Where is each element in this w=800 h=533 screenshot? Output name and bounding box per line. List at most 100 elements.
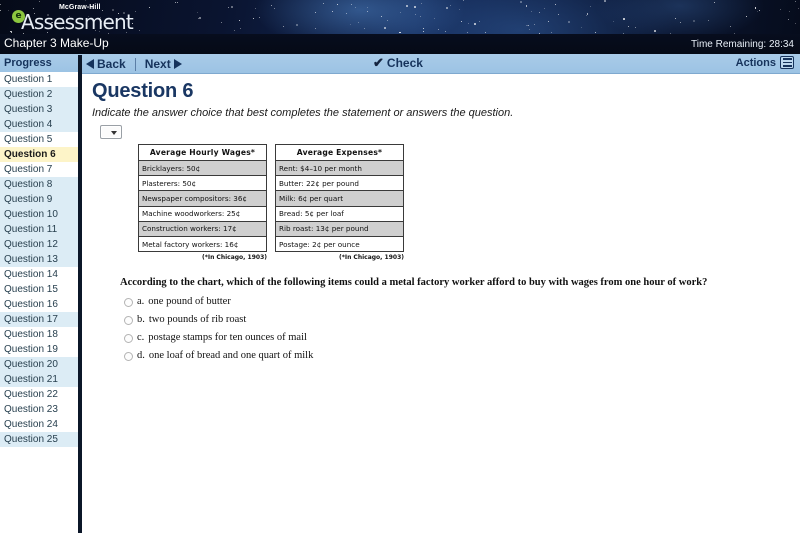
sidebar-item-question-19[interactable]: Question 19 xyxy=(0,342,78,357)
choice-a[interactable]: a. one pound of butter xyxy=(124,296,800,308)
choice-label: postage stamps for ten ounces of mail xyxy=(148,332,307,344)
sidebar-item-question-12[interactable]: Question 12 xyxy=(0,237,78,252)
sidebar-item-label: Question 24 xyxy=(4,419,58,430)
sidebar-item-question-11[interactable]: Question 11 xyxy=(0,222,78,237)
next-button[interactable]: Next xyxy=(145,56,182,72)
sidebar-item-label: Question 7 xyxy=(4,164,53,175)
sidebar-heading: Progress xyxy=(0,55,78,72)
sidebar-item-label: Question 21 xyxy=(4,374,58,385)
arrow-left-icon xyxy=(86,59,94,69)
sidebar-item-question-20[interactable]: Question 20 xyxy=(0,357,78,372)
sidebar-item-question-15[interactable]: Question 15 xyxy=(0,282,78,297)
sidebar-item-question-1[interactable]: Question 1 xyxy=(0,72,78,87)
back-button[interactable]: Back xyxy=(86,56,126,72)
expenses-table-title: Average Expenses* xyxy=(275,144,404,161)
choice-letter: c. xyxy=(137,332,145,344)
sidebar-item-question-10[interactable]: Question 10 xyxy=(0,207,78,222)
choice-d[interactable]: d. one loaf of bread and one quart of mil… xyxy=(124,350,800,362)
sidebar-item-label: Question 2 xyxy=(4,89,53,100)
nav-divider xyxy=(134,57,136,71)
choice-label: two pounds of rib roast xyxy=(148,314,247,326)
actions-button[interactable]: Actions xyxy=(736,56,794,69)
sidebar-item-question-9[interactable]: Question 9 xyxy=(0,192,78,207)
check-button[interactable]: ✔ Check xyxy=(373,55,423,71)
sidebar-item-question-4[interactable]: Question 4 xyxy=(0,117,78,132)
sidebar-item-label: Question 3 xyxy=(4,104,53,115)
choice-b[interactable]: b. two pounds of rib roast xyxy=(124,314,800,326)
wages-table-title: Average Hourly Wages* xyxy=(138,144,267,161)
assessment-page: e McGraw-Hill Assessment Chapter 3 Make-… xyxy=(0,0,800,533)
check-button-label: Check xyxy=(386,56,423,70)
sidebar-item-label: Question 25 xyxy=(4,434,58,445)
radio-button-icon[interactable] xyxy=(124,316,133,326)
sidebar-item-label: Question 14 xyxy=(4,269,58,280)
table-row: Postage: 2¢ per ounce xyxy=(276,236,404,251)
sidebar-item-label: Question 19 xyxy=(4,344,58,355)
hamburger-menu-icon[interactable] xyxy=(780,56,794,69)
sidebar-item-question-17[interactable]: Question 17 xyxy=(0,312,78,327)
table-row: Machine woodworkers: 25¢ xyxy=(138,206,267,222)
answer-select-dropdown[interactable] xyxy=(100,125,122,139)
sidebar-item-label: Question 13 xyxy=(4,254,58,265)
table-cell: Bricklayers: 50¢ xyxy=(138,160,267,177)
navigation-bar: Back Next ✔ Check Actions xyxy=(0,54,800,74)
sidebar-item-question-5[interactable]: Question 5 xyxy=(0,132,78,147)
wages-table-note: (*In Chicago, 1903) xyxy=(201,254,267,262)
sidebar-item-question-16[interactable]: Question 16 xyxy=(0,297,78,312)
wages-table-wrapper: Average Hourly Wages* Bricklayers: 50¢ Pl… xyxy=(138,144,267,261)
table-row: Rib roast: 13¢ per pound xyxy=(275,221,404,237)
table-row: Metal factory workers: 16¢ xyxy=(139,236,267,251)
sidebar-item-label: Question 4 xyxy=(4,119,53,130)
sidebar-item-label: Question 8 xyxy=(4,179,53,190)
table-cell: Bread: 5¢ per loaf xyxy=(275,206,404,222)
page-title: Question 6 xyxy=(92,80,194,102)
instructions-text: Indicate the answer choice that best com… xyxy=(92,107,514,119)
question-list: Question 1 Question 2 Question 3 Question 4… xyxy=(0,72,78,447)
radio-button-icon[interactable] xyxy=(124,298,133,308)
table-cell: Milk: 6¢ per quart xyxy=(275,190,404,207)
choice-label: one pound of butter xyxy=(148,296,231,308)
table-cell: Rent: $4–10 per month xyxy=(275,160,404,177)
radio-button-icon[interactable] xyxy=(124,352,133,362)
sidebar-item-label: Question 23 xyxy=(4,404,58,415)
logo-wordmark: Assessment xyxy=(21,10,134,34)
sidebar-item-question-23[interactable]: Question 23 xyxy=(0,402,78,417)
progress-sidebar: Progress Question 1 Question 2 Question 3Q… xyxy=(0,55,78,533)
sidebar-item-label: Question 17 xyxy=(4,314,58,325)
sidebar-item-question-14[interactable]: Question 14 xyxy=(0,267,78,282)
sidebar-item-label: Question 22 xyxy=(4,389,58,400)
sidebar-item-question-8[interactable]: Question 8 xyxy=(0,177,78,192)
sidebar-item-label: Question 12 xyxy=(4,239,58,250)
chapter-title: Chapter 3 Make-Up xyxy=(4,36,109,50)
sidebar-item-label: Question 1 xyxy=(4,74,53,85)
sidebar-item-label: Question 10 xyxy=(4,209,58,220)
table-cell: Newspaper compositors: 36¢ xyxy=(138,190,267,207)
checkmark-icon: ✔ xyxy=(373,55,384,70)
table-row: Milk: 6¢ per quart xyxy=(275,190,404,207)
question-stem: According to the chart, which of the fol… xyxy=(120,277,708,289)
sidebar-item-label: Question 20 xyxy=(4,359,58,370)
sidebar-item-question-24[interactable]: Question 24 xyxy=(0,417,78,432)
sidebar-item-label: Question 11 xyxy=(4,224,58,235)
sidebar-item-question-25[interactable]: Question 25 xyxy=(0,432,78,447)
sidebar-item-question-7[interactable]: Question 7 xyxy=(0,162,78,177)
sidebar-item-question-18[interactable]: Question 18 xyxy=(0,327,78,342)
sidebar-item-question-6[interactable]: Question 6 xyxy=(0,147,78,162)
sidebar-item-question-21[interactable]: Question 21 xyxy=(0,372,78,387)
actions-button-label: Actions xyxy=(735,56,776,69)
choice-label: one loaf of bread and one quart of milk xyxy=(148,350,314,362)
table-cell: Plasterers: 50¢ xyxy=(138,175,267,192)
sidebar-item-label: Question 9 xyxy=(4,194,53,205)
table-row: Construction workers: 17¢ xyxy=(138,221,267,237)
sidebar-item-question-13[interactable]: Question 13 xyxy=(0,252,78,267)
choice-c[interactable]: c. postage stamps for ten ounces of mail xyxy=(124,332,800,344)
sidebar-item-question-3[interactable]: Question 3 xyxy=(0,102,78,117)
answer-choices: a. one pound of butter b. two pounds of rib… xyxy=(124,296,800,362)
table-row: Newspaper compositors: 36¢ xyxy=(138,190,267,207)
radio-button-icon[interactable] xyxy=(124,334,133,344)
sidebar-item-question-22[interactable]: Question 22 xyxy=(0,387,78,402)
table-cell: Construction workers: 17¢ xyxy=(138,221,267,237)
sidebar-item-question-2[interactable]: Question 2 xyxy=(0,87,78,102)
sidebar-item-label: Question 18 xyxy=(4,329,58,340)
chapter-bar xyxy=(0,34,800,54)
